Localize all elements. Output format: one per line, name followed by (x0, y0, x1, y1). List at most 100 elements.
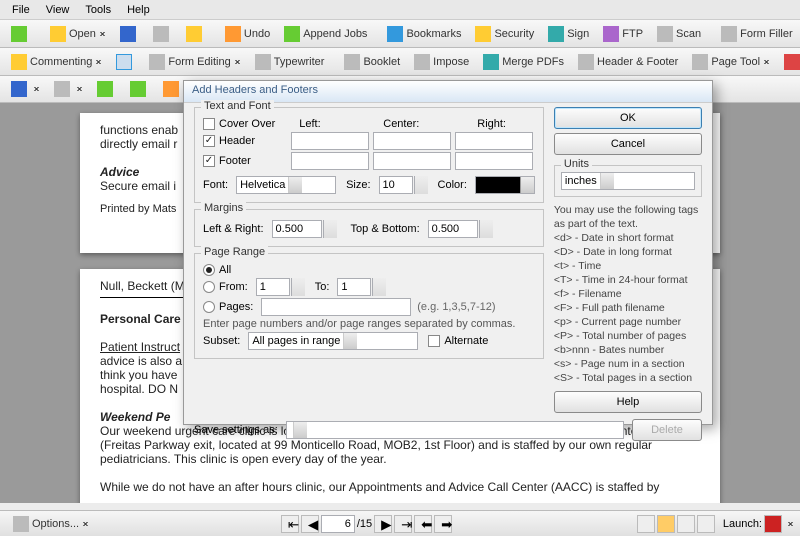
next-page-button[interactable]: ▶ (374, 515, 392, 533)
sign-button[interactable]: Sign (542, 23, 595, 45)
cover-over-checkbox[interactable] (203, 118, 215, 130)
chevron-down-icon (33, 87, 40, 91)
header-footer-button[interactable]: Header & Footer (572, 51, 684, 73)
footer-left-input[interactable] (291, 152, 369, 170)
menu-file[interactable]: File (4, 2, 38, 18)
header-right-input[interactable] (455, 132, 533, 150)
form-editing-button[interactable]: Form Editing (143, 51, 246, 73)
from-page-spinner[interactable]: 1 (256, 278, 290, 296)
ftp-button[interactable]: FTP (597, 23, 649, 45)
spinner-buttons-icon[interactable] (291, 278, 305, 296)
back-button[interactable] (5, 23, 36, 45)
nav-back-button[interactable]: ⬅ (414, 515, 432, 533)
options-button[interactable]: Options... (7, 513, 95, 535)
undo-icon (225, 26, 241, 42)
range-from-radio[interactable] (203, 281, 215, 293)
top-bottom-margin-spinner[interactable]: 0.500 (428, 220, 478, 238)
range-all-radio[interactable] (203, 264, 215, 276)
cancel-button[interactable]: Cancel (554, 133, 702, 155)
to-page-spinner[interactable]: 1 (337, 278, 371, 296)
open-button[interactable]: Open (44, 23, 112, 45)
email-icon (186, 26, 202, 42)
undo-button[interactable]: Undo (219, 23, 276, 45)
units-combo[interactable]: inches (561, 172, 695, 190)
body-text: think you have (100, 368, 177, 382)
header-checkbox[interactable] (203, 135, 215, 147)
export-icon (163, 81, 179, 97)
booklet-button[interactable]: Booklet (338, 51, 406, 73)
highlight-button[interactable] (110, 51, 141, 73)
spinner-buttons-icon[interactable] (323, 220, 337, 238)
export-2-button[interactable] (124, 78, 155, 100)
merge-pdfs-button[interactable]: Merge PDFs (477, 51, 570, 73)
view-facing-continuous-button[interactable] (697, 515, 715, 533)
range-pages-radio[interactable] (203, 301, 215, 313)
save-icon (120, 26, 136, 42)
save-settings-combo[interactable] (286, 421, 624, 439)
nav-forward-button[interactable]: ➡ (434, 515, 452, 533)
launch-adobe-button[interactable] (764, 515, 782, 533)
chevron-down-icon (787, 522, 794, 526)
arrow-left-icon (11, 26, 27, 42)
view-facing-button[interactable] (677, 515, 695, 533)
delete-button[interactable]: Delete (632, 419, 702, 441)
alternate-checkbox[interactable] (428, 335, 440, 347)
print-icon (54, 81, 70, 97)
footer-checkbox[interactable] (203, 155, 215, 167)
first-page-button[interactable]: ⇤ (281, 515, 299, 533)
menu-view[interactable]: View (38, 2, 78, 18)
print-button-2[interactable] (48, 78, 89, 100)
from-label: From: (219, 281, 248, 293)
spinner-buttons-icon[interactable] (372, 278, 386, 296)
security-button[interactable]: Security (469, 23, 540, 45)
prev-page-button[interactable]: ◀ (301, 515, 319, 533)
view-continuous-button[interactable] (657, 515, 675, 533)
typewriter-button[interactable]: Typewriter (249, 51, 331, 73)
header-center-input[interactable] (373, 132, 451, 150)
save-button-2[interactable] (5, 78, 46, 100)
subset-combo[interactable]: All pages in range (248, 332, 418, 350)
stamp-icon (784, 54, 800, 70)
view-single-button[interactable] (637, 515, 655, 533)
font-size-spinner[interactable]: 10 (379, 176, 413, 194)
header-left-input[interactable] (291, 132, 369, 150)
export-icon (130, 81, 146, 97)
email-button[interactable] (180, 23, 211, 45)
bookmarks-button[interactable]: Bookmarks (381, 23, 467, 45)
form-filler-button[interactable]: Form Filler (715, 23, 799, 45)
page-tool-button[interactable]: Page Tool (686, 51, 776, 73)
bookmark-icon (387, 26, 403, 42)
save-button[interactable] (114, 23, 145, 45)
scan-button[interactable]: Scan (651, 23, 707, 45)
print-button[interactable] (147, 23, 178, 45)
help-button[interactable]: Help (554, 391, 702, 413)
footer-right-input[interactable] (455, 152, 533, 170)
subset-value: All pages in range (252, 335, 340, 347)
spinner-buttons-icon[interactable] (479, 220, 493, 238)
heading-advice: Advice (100, 165, 139, 179)
color-label: Color: (438, 179, 467, 191)
chevron-down-icon (95, 60, 102, 64)
body-text: directly email r (100, 137, 177, 151)
alternate-label: Alternate (444, 335, 488, 347)
current-page-input[interactable] (321, 515, 355, 533)
pages-input[interactable] (261, 298, 411, 316)
spinner-buttons-icon[interactable] (414, 176, 428, 194)
chevron-down-icon (293, 422, 307, 438)
export-button[interactable] (91, 78, 122, 100)
commenting-button[interactable]: Commenting (5, 51, 108, 73)
font-combo[interactable]: Helvetica (236, 176, 336, 194)
menu-help[interactable]: Help (119, 2, 158, 18)
menu-tools[interactable]: Tools (77, 2, 119, 18)
ok-button[interactable]: OK (554, 107, 702, 129)
stamps-button[interactable]: Stamps (778, 51, 800, 73)
impose-button[interactable]: Impose (408, 51, 475, 73)
last-page-button[interactable]: ⇥ (394, 515, 412, 533)
append-jobs-button[interactable]: Append Jobs (278, 23, 373, 45)
page-total: /15 (357, 518, 372, 530)
impose-icon (414, 54, 430, 70)
footer-center-input[interactable] (373, 152, 451, 170)
font-color-picker[interactable] (475, 176, 535, 194)
right-label: Right: (477, 118, 506, 130)
left-right-margin-spinner[interactable]: 0.500 (272, 220, 322, 238)
